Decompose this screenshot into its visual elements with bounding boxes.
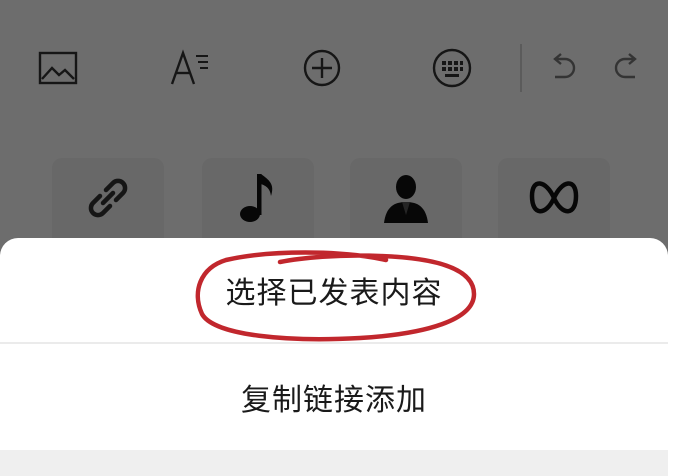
- screen-edge: [668, 0, 682, 476]
- select-published-label: 选择已发表内容: [225, 276, 443, 311]
- copy-link-option[interactable]: 复制链接添加: [0, 344, 668, 450]
- select-published-option[interactable]: 选择已发表内容: [0, 238, 668, 342]
- copy-link-label: 复制链接添加: [241, 383, 427, 418]
- action-sheet: 选择已发表内容 复制链接添加: [0, 238, 668, 476]
- sheet-bottom-gap: [0, 450, 668, 476]
